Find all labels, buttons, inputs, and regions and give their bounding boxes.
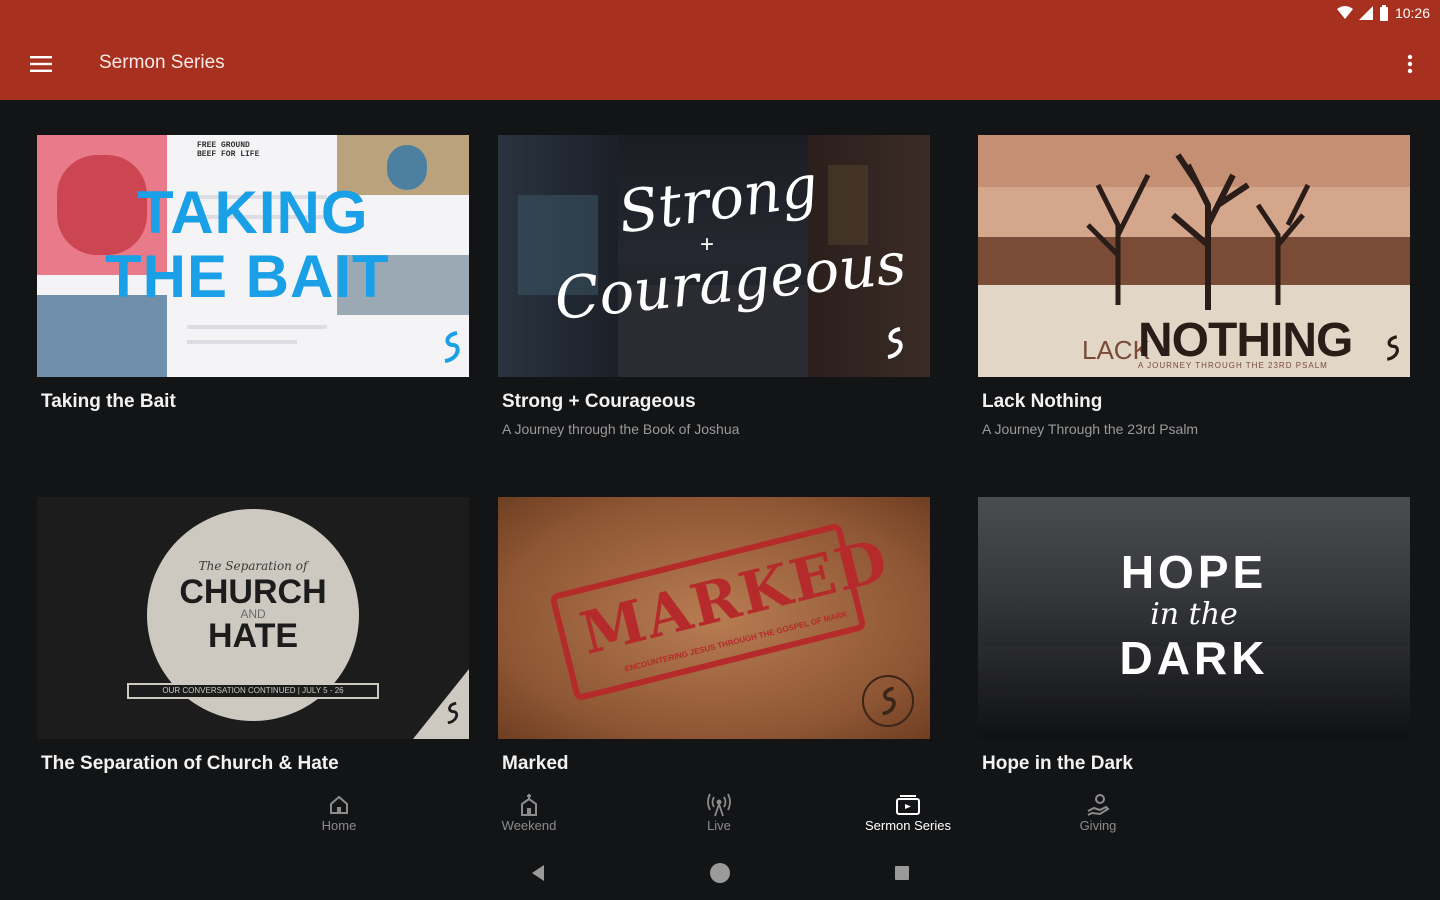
series-card-taking-the-bait[interactable]: FREE GROUND BEEF FOR LIFE TAKING THE BAI… bbox=[37, 135, 469, 413]
art-hope: HOPE bbox=[1120, 546, 1268, 598]
series-title: Taking the Bait bbox=[41, 391, 176, 412]
series-artwork: HOPE in the DARK bbox=[978, 497, 1410, 739]
home-icon bbox=[330, 795, 348, 814]
overflow-menu-button[interactable] bbox=[1398, 50, 1422, 78]
series-icon bbox=[896, 795, 920, 815]
system-navigation-bar bbox=[0, 848, 1440, 900]
art-separation-of: The Separation of bbox=[198, 559, 308, 573]
dead-trees-illustration bbox=[1086, 153, 1311, 310]
series-artwork: FREE GROUND BEEF FOR LIFE TAKING THE BAI… bbox=[37, 135, 469, 377]
status-time: 10:26 bbox=[1394, 5, 1430, 21]
series-card-strong-courageous[interactable]: Strong + Courageous Strong + Courageous … bbox=[498, 135, 930, 437]
series-artwork: LACK NOTHING A JOURNEY THROUGH THE 23RD … bbox=[978, 135, 1410, 377]
series-title: Marked bbox=[502, 753, 569, 774]
church-logo-icon bbox=[447, 701, 459, 725]
church-icon bbox=[521, 794, 537, 816]
status-bar: 10:26 bbox=[0, 0, 1440, 28]
church-logo-icon bbox=[444, 331, 460, 363]
series-card-marked[interactable]: MARKED ENCOUNTERING JESUS THROUGH THE GO… bbox=[498, 497, 930, 775]
art-line: BEEF FOR LIFE bbox=[197, 150, 260, 159]
nav-label: Giving bbox=[1079, 818, 1117, 833]
art-hate: HATE bbox=[207, 617, 299, 655]
home-circle-icon[interactable] bbox=[709, 862, 731, 884]
signal-icon bbox=[1358, 6, 1373, 20]
series-artwork: The Separation of CHURCH AND HATE OUR CO… bbox=[37, 497, 469, 739]
church-logo-icon bbox=[882, 686, 896, 716]
bottom-navigation: Home Weekend Live Sermon Series Giving bbox=[0, 784, 1440, 848]
art-title-taking: TAKING bbox=[137, 179, 369, 246]
broadcast-icon bbox=[707, 793, 731, 817]
art-tagline: A JOURNEY THROUGH THE 23RD PSALM bbox=[1138, 361, 1328, 370]
menu-button[interactable] bbox=[20, 48, 62, 80]
series-card-church-hate[interactable]: The Separation of CHURCH AND HATE OUR CO… bbox=[37, 497, 469, 775]
series-title: Lack Nothing bbox=[982, 391, 1103, 412]
page-title: Sermon Series bbox=[99, 52, 225, 73]
app-bar: Sermon Series bbox=[0, 28, 1440, 100]
nav-label: Live bbox=[707, 818, 731, 833]
art-dark: DARK bbox=[1119, 632, 1269, 684]
series-title: Hope in the Dark bbox=[982, 753, 1133, 774]
series-card-hope-in-the-dark[interactable]: HOPE in the DARK Hope in the Dark bbox=[978, 497, 1410, 775]
battery-icon bbox=[1379, 5, 1388, 21]
nav-label: Home bbox=[321, 818, 357, 833]
art-nothing: NOTHING bbox=[1138, 314, 1353, 367]
nav-label: Sermon Series bbox=[865, 818, 951, 833]
giving-icon bbox=[1087, 794, 1110, 816]
nav-item-live[interactable]: Live bbox=[659, 792, 779, 833]
church-logo-icon bbox=[887, 327, 903, 359]
series-card-lack-nothing[interactable]: LACK NOTHING A JOURNEY THROUGH THE 23RD … bbox=[978, 135, 1410, 437]
art-banner: OUR CONVERSATION CONTINUED | JULY 5 - 26 bbox=[127, 683, 379, 699]
nav-item-sermon-series[interactable]: Sermon Series bbox=[848, 792, 968, 833]
hamburger-menu-icon bbox=[30, 56, 52, 72]
series-subtitle: A Journey through the Book of Joshua bbox=[502, 421, 740, 437]
series-subtitle: A Journey Through the 23rd Psalm bbox=[982, 421, 1199, 437]
back-icon[interactable] bbox=[530, 864, 546, 882]
art-title-the-bait: THE BAIT bbox=[105, 243, 390, 310]
wifi-icon bbox=[1336, 6, 1353, 19]
nav-item-giving[interactable]: Giving bbox=[1038, 792, 1158, 833]
nav-label: Weekend bbox=[501, 818, 557, 833]
art-script-strong: Strong bbox=[614, 151, 822, 247]
art-in-the: in the bbox=[1150, 597, 1238, 632]
art-line: FREE GROUND bbox=[197, 141, 250, 150]
series-artwork: MARKED ENCOUNTERING JESUS THROUGH THE GO… bbox=[498, 497, 930, 739]
series-title: Strong + Courageous bbox=[502, 391, 696, 412]
nav-item-home[interactable]: Home bbox=[279, 792, 399, 833]
more-vert-icon bbox=[1407, 54, 1413, 74]
series-title: The Separation of Church & Hate bbox=[41, 753, 339, 774]
status-icons: 10:26 bbox=[1336, 5, 1430, 21]
nav-item-weekend[interactable]: Weekend bbox=[469, 792, 589, 833]
series-artwork: Strong + Courageous bbox=[498, 135, 930, 377]
recents-icon[interactable] bbox=[895, 866, 909, 880]
series-grid: FREE GROUND BEEF FOR LIFE TAKING THE BAI… bbox=[0, 100, 1440, 784]
church-logo-icon bbox=[1386, 335, 1399, 361]
